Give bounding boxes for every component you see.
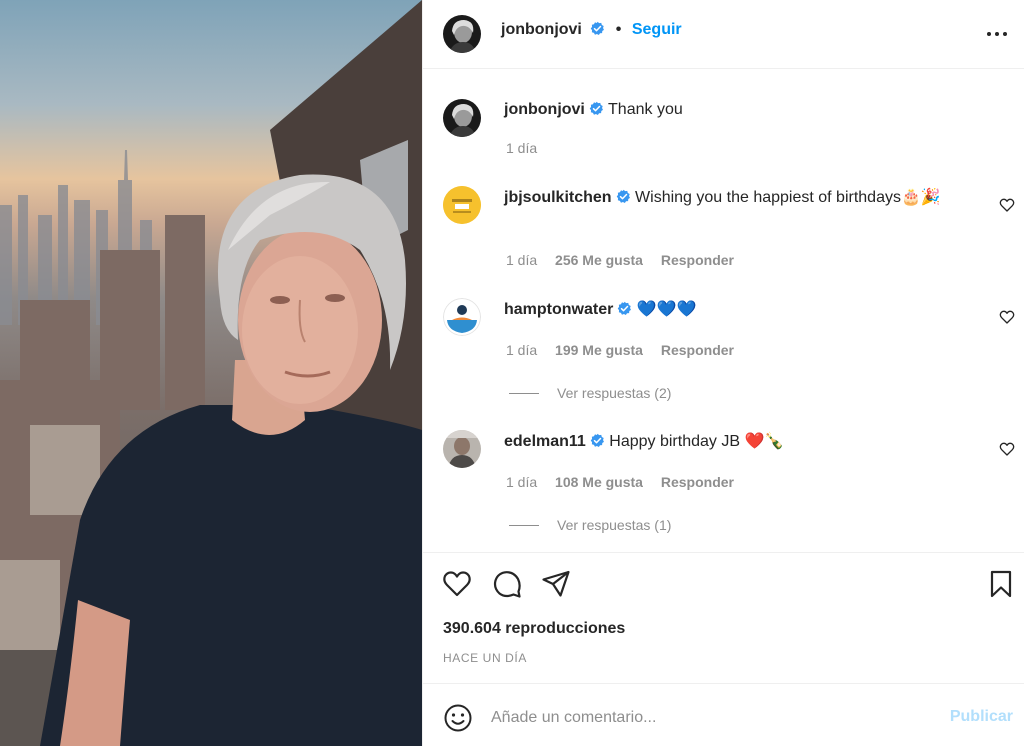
comment-text: Wishing you the happiest of birthdays🎂🎉 bbox=[635, 189, 941, 206]
video-frame-illustration bbox=[0, 0, 422, 746]
verified-badge-icon bbox=[590, 433, 604, 447]
caption-username[interactable]: jonbonjovi bbox=[504, 101, 585, 118]
heart-icon[interactable] bbox=[442, 569, 472, 599]
comment-meta: 1 día 199 Me gusta Responder bbox=[506, 342, 734, 358]
author-username[interactable]: jonbonjovi bbox=[501, 21, 582, 38]
comment-likes[interactable]: 108 Me gusta bbox=[555, 474, 643, 490]
comment-username[interactable]: edelman11 bbox=[504, 433, 586, 450]
view-replies-button[interactable]: Ver respuestas (2) bbox=[509, 385, 671, 401]
comment-like-heart-icon[interactable] bbox=[999, 309, 1015, 325]
comment-meta: 1 día 108 Me gusta Responder bbox=[506, 474, 734, 490]
comment-time[interactable]: 1 día bbox=[506, 342, 537, 358]
caption: jonbonjovi Thank you bbox=[504, 98, 984, 122]
replies-divider bbox=[509, 525, 539, 526]
comment-likes[interactable]: 199 Me gusta bbox=[555, 342, 643, 358]
reply-button[interactable]: Responder bbox=[661, 342, 734, 358]
caption-time[interactable]: 1 día bbox=[506, 140, 537, 156]
comment-avatar[interactable] bbox=[443, 186, 481, 224]
header-author-line: jonbonjovi • Seguir bbox=[501, 21, 682, 39]
comment: jbjsoulkitchen Wishing you the happiest … bbox=[504, 186, 984, 210]
replies-divider bbox=[509, 393, 539, 394]
comment-text: 💙💙💙 bbox=[636, 301, 697, 318]
comment-icon[interactable] bbox=[492, 569, 522, 599]
post-timestamp[interactable]: HACE UN DÍA bbox=[443, 651, 527, 665]
reply-button[interactable]: Responder bbox=[661, 252, 734, 268]
comment-text: Happy birthday JB ❤️🍾 bbox=[609, 433, 785, 450]
caption-author-avatar[interactable] bbox=[443, 99, 481, 137]
view-replies-label: Ver respuestas (2) bbox=[557, 385, 672, 401]
verified-badge-icon bbox=[589, 101, 603, 115]
comment-like-heart-icon[interactable] bbox=[999, 197, 1015, 213]
comment-username[interactable]: hamptonwater bbox=[504, 301, 613, 318]
verified-badge-icon bbox=[591, 21, 605, 35]
share-icon[interactable] bbox=[541, 569, 571, 599]
separator-dot: • bbox=[615, 21, 622, 38]
comments-list[interactable]: jonbonjovi Thank you 1 día jbjsoulkitche… bbox=[423, 70, 1024, 553]
comment-composer: Publicar bbox=[423, 685, 1024, 746]
comment-time[interactable]: 1 día bbox=[506, 474, 537, 490]
author-avatar[interactable] bbox=[443, 15, 481, 53]
view-count[interactable]: 390.604 reproducciones bbox=[443, 620, 625, 638]
comment-meta: 1 día 256 Me gusta Responder bbox=[506, 252, 734, 268]
comment-like-heart-icon[interactable] bbox=[999, 441, 1015, 457]
bookmark-icon[interactable] bbox=[986, 569, 1016, 599]
comment-likes[interactable]: 256 Me gusta bbox=[555, 252, 643, 268]
reply-button[interactable]: Responder bbox=[661, 474, 734, 490]
publish-button[interactable]: Publicar bbox=[950, 708, 1013, 726]
comment-avatar[interactable] bbox=[443, 298, 481, 336]
comment-time[interactable]: 1 día bbox=[506, 252, 537, 268]
post-video[interactable] bbox=[0, 0, 422, 746]
comment-avatar[interactable] bbox=[443, 430, 481, 468]
post-details-panel: jonbonjovi • Seguir jonbonjovi Thank you bbox=[422, 0, 1024, 746]
more-options-icon[interactable] bbox=[985, 22, 1009, 46]
action-bar: 390.604 reproducciones HACE UN DÍA bbox=[423, 554, 1024, 684]
comment-username[interactable]: jbjsoulkitchen bbox=[504, 189, 612, 206]
view-replies-label: Ver respuestas (1) bbox=[557, 517, 672, 533]
post-header: jonbonjovi • Seguir bbox=[423, 0, 1024, 69]
comment: edelman11 Happy birthday JB ❤️🍾 bbox=[504, 430, 984, 454]
emoji-icon[interactable] bbox=[443, 703, 473, 733]
view-replies-button[interactable]: Ver respuestas (1) bbox=[509, 517, 671, 533]
caption-meta: 1 día bbox=[506, 140, 537, 156]
comment-input[interactable] bbox=[491, 703, 931, 733]
comment: hamptonwater 💙💙💙 bbox=[504, 298, 984, 322]
verified-badge-icon bbox=[616, 189, 630, 203]
verified-badge-icon bbox=[618, 301, 632, 315]
caption-text: Thank you bbox=[608, 101, 683, 118]
follow-button[interactable]: Seguir bbox=[632, 21, 682, 38]
